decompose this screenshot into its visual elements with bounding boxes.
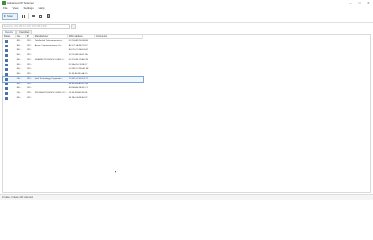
manufacturer-cell [34, 96, 68, 101]
table-row[interactable]: RE... 192... 94:2A:C6:B8:E8:07 [3, 96, 143, 101]
table-body: RE... 192... Teleflashal Telecommunicat...… [2, 39, 144, 101]
stop-icon [31, 14, 35, 18]
pause-button[interactable] [21, 14, 26, 19]
class-c-button[interactable] [38, 14, 43, 19]
class-b-button[interactable] [46, 14, 51, 19]
status-bar: 13 alive, 0 dead, 242 unknown [0, 194, 373, 200]
computer-icon [5, 82, 8, 86]
computer-icon [5, 77, 8, 81]
mouse-cursor [115, 170, 116, 173]
grid-icon [46, 14, 50, 18]
toolbar: Scan [0, 11, 373, 23]
range-dropdown-button[interactable] [71, 24, 76, 29]
mac-cell: 94:2A:C6:B8:E8:07 [68, 96, 88, 99]
results-table[interactable]: Status Na... IP Manufacturer MAC address… [2, 33, 371, 193]
computer-icon [5, 49, 8, 53]
computer-icon [5, 58, 8, 62]
comment-cell [95, 96, 143, 101]
ip-cell: 192... [26, 96, 33, 99]
subnet-icon [39, 14, 43, 18]
computer-icon [5, 44, 8, 48]
scan-button[interactable]: Scan [2, 12, 18, 20]
pause-icon [21, 14, 25, 18]
name-cell: RE... [16, 96, 22, 99]
ip-range-input[interactable]: Example: 192.168.0.1-100, 192.168.0.200 [2, 24, 70, 29]
computer-icon [5, 63, 8, 67]
computer-icon [5, 68, 8, 72]
computer-icon [5, 96, 8, 100]
computer-icon [5, 87, 8, 91]
computer-icon [5, 92, 8, 95]
stop-button[interactable] [31, 14, 36, 19]
app-icon [2, 1, 6, 5]
computer-icon [5, 73, 8, 76]
computer-icon [5, 39, 8, 43]
computer-icon [5, 54, 8, 57]
status-cell [3, 96, 16, 101]
play-icon [4, 15, 6, 17]
window-title: Advanced IP Scanner [7, 1, 35, 5]
scan-label: Scan [7, 14, 13, 18]
